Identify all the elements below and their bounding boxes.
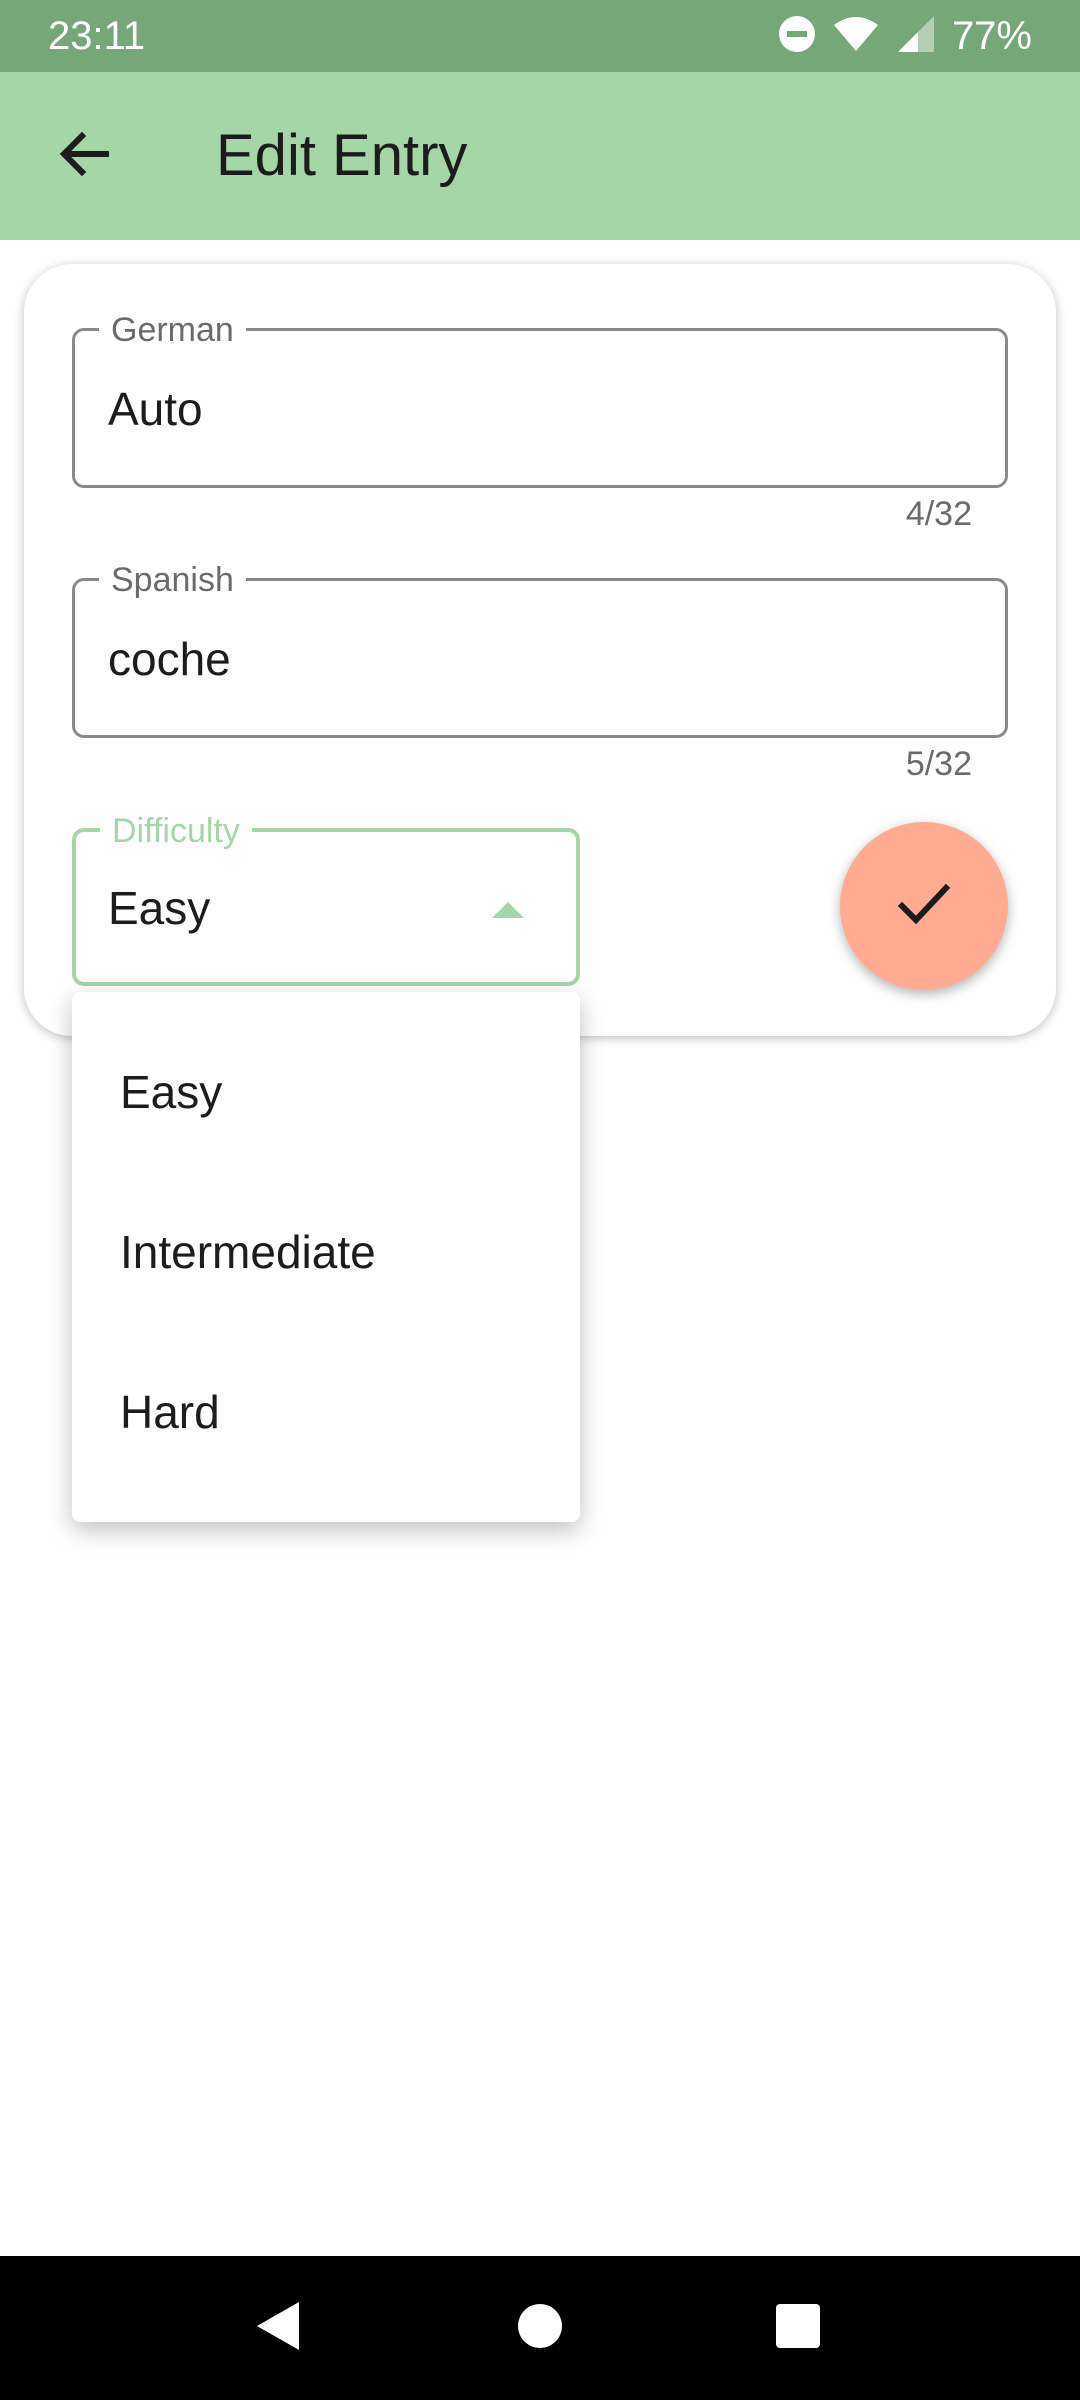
back-triangle-icon <box>251 2298 307 2359</box>
do-not-disturb-icon <box>778 15 816 58</box>
spanish-field-label: Spanish <box>99 561 246 599</box>
menu-item-hard[interactable]: Hard <box>72 1332 580 1492</box>
menu-item-easy[interactable]: Easy <box>72 1012 580 1172</box>
german-field[interactable]: German Auto <box>72 311 1008 488</box>
battery-percent: 77% <box>951 14 1032 58</box>
spanish-field[interactable]: Spanish coche <box>72 561 1008 738</box>
save-button[interactable] <box>840 822 1008 990</box>
german-char-counter: 4/32 <box>905 495 972 533</box>
status-bar: 23:11 77% <box>0 0 1080 72</box>
wifi-icon <box>832 15 880 58</box>
back-button[interactable] <box>40 112 128 200</box>
check-icon <box>894 874 954 939</box>
signal-icon <box>896 14 936 59</box>
difficulty-label: Difficulty <box>100 812 252 850</box>
arrow-back-icon <box>56 126 112 187</box>
difficulty-dropdown[interactable]: Difficulty Easy <box>72 812 580 986</box>
system-nav-bar <box>0 2256 1080 2400</box>
app-bar: Edit Entry <box>0 72 1080 240</box>
menu-item-intermediate[interactable]: Intermediate <box>72 1172 580 1332</box>
status-icons: 77% <box>762 12 1032 60</box>
german-field-label: German <box>99 311 246 349</box>
spanish-char-counter: 5/32 <box>905 745 972 783</box>
status-time: 23:11 <box>48 14 146 58</box>
spanish-field-value: coche <box>108 633 231 685</box>
difficulty-value: Easy <box>108 882 211 934</box>
nav-back-button[interactable] <box>243 2292 315 2364</box>
german-field-value: Auto <box>108 383 203 435</box>
screen: 23:11 77% Edit Entry German Auto 4/32 Sp… <box>0 0 1080 2400</box>
page-title: Edit Entry <box>216 123 468 188</box>
home-circle-icon <box>512 2298 568 2359</box>
nav-recents-button[interactable] <box>762 2292 834 2364</box>
entry-card: German Auto 4/32 Spanish coche 5/32 Diff… <box>24 264 1056 1036</box>
difficulty-menu: Easy Intermediate Hard <box>72 992 580 1522</box>
recents-square-icon <box>770 2298 826 2359</box>
dropdown-arrow-up-icon <box>492 902 524 918</box>
nav-home-button[interactable] <box>504 2292 576 2364</box>
